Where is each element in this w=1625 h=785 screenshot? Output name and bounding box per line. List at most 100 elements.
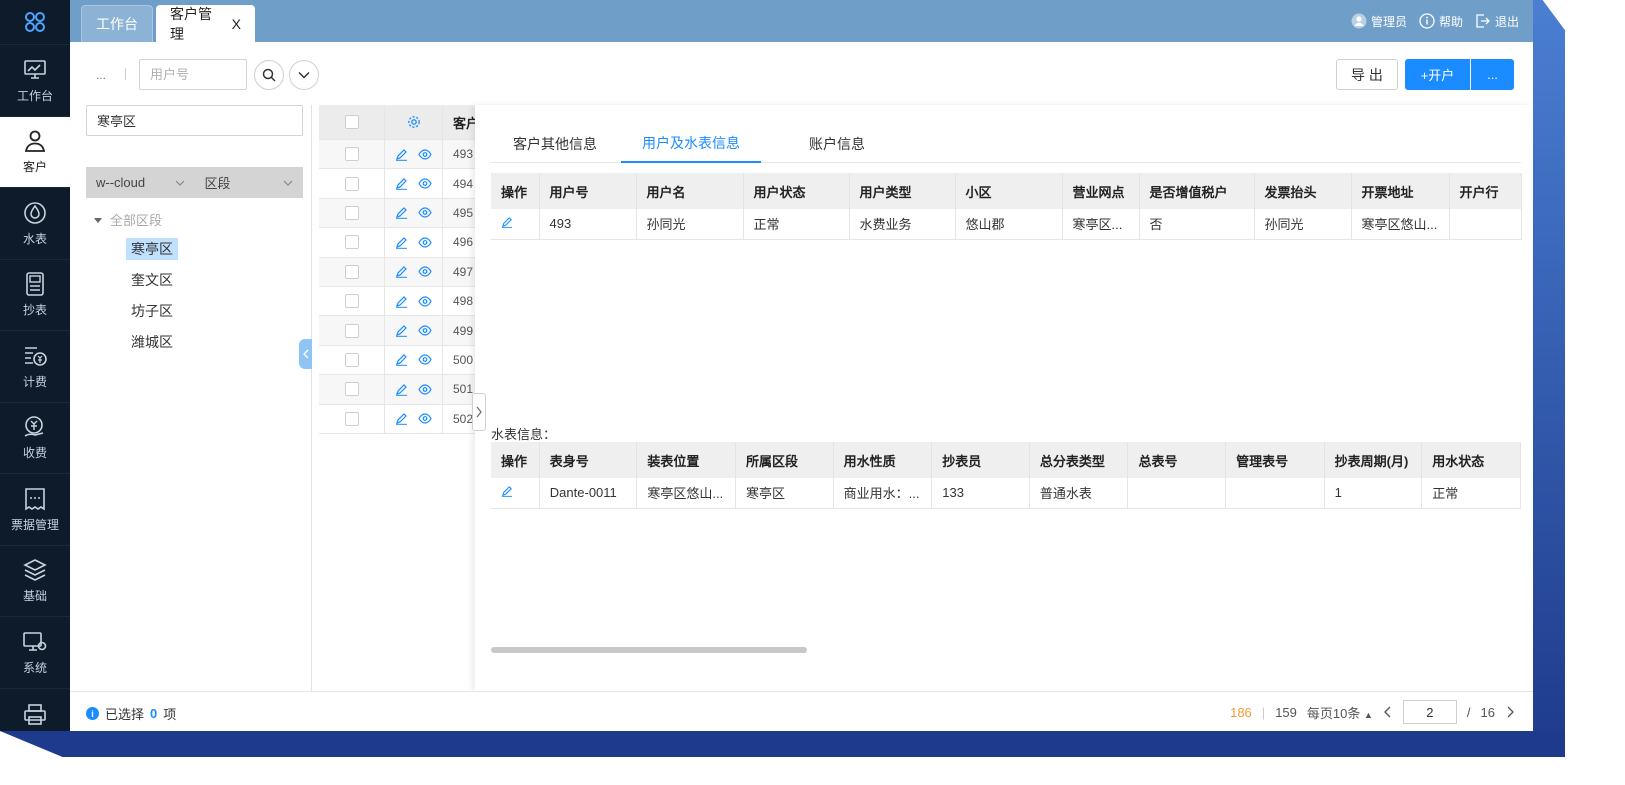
next-page-icon[interactable]	[1505, 706, 1515, 718]
total-pages: 16	[1480, 704, 1495, 720]
table-row[interactable]: 500	[319, 345, 479, 376]
company-select[interactable]: w--cloud	[86, 167, 195, 198]
edit-icon[interactable]	[395, 412, 408, 426]
meter-edit-cell[interactable]	[491, 478, 540, 509]
view-icon[interactable]	[418, 295, 432, 308]
edit-icon[interactable]	[395, 295, 408, 308]
drawer-tab-1[interactable]: 用户及水表信息	[621, 125, 761, 163]
meter-cell: 寒亭区悠山...	[636, 478, 737, 509]
row-checkbox[interactable]	[344, 264, 359, 279]
row-checkbox[interactable]	[344, 176, 359, 191]
view-icon[interactable]	[418, 412, 432, 425]
invoice-icon	[25, 487, 45, 511]
meter-cell	[1225, 478, 1325, 509]
select-all-checkbox[interactable]	[344, 115, 359, 129]
user-edit-cell[interactable]	[491, 209, 540, 240]
page-size-select[interactable]: 每页10条 ▲	[1307, 703, 1373, 722]
row-checkbox[interactable]	[344, 235, 359, 250]
help-button[interactable]: 帮助	[1419, 13, 1463, 30]
sidebar-item-0[interactable]: 工作台	[0, 44, 70, 116]
table-row[interactable]: 495	[319, 198, 479, 229]
sidebar-item-6[interactable]: 票据管理	[0, 473, 70, 545]
table-row[interactable]: 497	[319, 257, 479, 287]
row-checkbox[interactable]	[344, 323, 359, 338]
district-search-input[interactable]	[86, 105, 303, 136]
tree-node[interactable]: 潍城区	[126, 331, 178, 353]
tree-node[interactable]: 奎文区	[126, 269, 178, 291]
view-icon[interactable]	[418, 353, 432, 366]
collapse-panel-handle[interactable]	[299, 339, 312, 369]
page-number-input[interactable]	[1402, 700, 1457, 724]
view-icon[interactable]	[418, 206, 432, 219]
tree-node[interactable]: 寒亭区	[126, 238, 178, 260]
export-button[interactable]: 导 出	[1336, 59, 1398, 90]
edit-icon[interactable]	[395, 353, 408, 367]
chevron-down-icon	[298, 71, 310, 79]
table-row[interactable]: 502	[319, 404, 479, 434]
drawer-tab-0[interactable]: 客户其他信息	[491, 125, 619, 163]
sidebar-item-1[interactable]: 客户	[0, 115, 70, 187]
prev-page-icon[interactable]	[1383, 706, 1393, 718]
edit-icon[interactable]	[395, 383, 408, 396]
selection-info: i 已选择 0 项	[86, 704, 176, 723]
edit-icon[interactable]	[395, 206, 408, 220]
more-filters-button[interactable]: ...	[96, 68, 106, 82]
tree-node[interactable]: 坊子区	[126, 300, 178, 322]
table-row[interactable]: 499	[319, 316, 479, 346]
gear-icon[interactable]	[407, 115, 421, 129]
table-row[interactable]: 493	[319, 140, 479, 170]
search-button[interactable]	[254, 60, 284, 90]
sidebar-item-label: 客户	[22, 160, 47, 175]
customer-id: 501	[453, 382, 474, 397]
tab-customer-management[interactable]: 客户管理 X	[156, 5, 255, 42]
row-checkbox[interactable]	[344, 294, 359, 309]
drawer-tab-2[interactable]: 账户信息	[761, 125, 913, 163]
sidebar-item-5[interactable]: 收费	[0, 401, 70, 474]
view-icon[interactable]	[418, 383, 432, 396]
more-actions-button[interactable]: ...	[1471, 59, 1514, 90]
drawer-toggle-button[interactable]	[472, 393, 486, 431]
app-logo[interactable]	[0, 0, 70, 44]
edit-icon[interactable]	[395, 265, 408, 279]
edit-icon[interactable]	[395, 324, 408, 337]
row-checkbox[interactable]	[344, 352, 359, 367]
view-icon[interactable]	[418, 236, 432, 249]
table-row[interactable]: 498	[319, 286, 479, 317]
view-icon[interactable]	[418, 265, 432, 278]
tab-workbench[interactable]: 工作台	[81, 5, 153, 42]
table-row[interactable]: 494	[319, 169, 479, 199]
open-account-button[interactable]: +开户	[1405, 59, 1470, 90]
sidebar-item-7[interactable]: 基础	[0, 544, 70, 617]
user-number-search-input[interactable]	[139, 59, 247, 90]
logout-button[interactable]: 退出	[1475, 13, 1519, 30]
user-column-header: 开票地址	[1351, 173, 1450, 209]
row-checkbox[interactable]	[344, 382, 359, 397]
row-checkbox[interactable]	[344, 147, 359, 162]
row-checkbox[interactable]	[344, 205, 359, 220]
sidebar-item-8[interactable]: 系统	[0, 616, 70, 688]
expand-filters-button[interactable]	[289, 60, 319, 90]
close-tab-icon[interactable]: X	[232, 16, 241, 32]
sidebar-item-3[interactable]: 抄表	[0, 258, 70, 331]
row-checkbox[interactable]	[344, 411, 359, 426]
edit-icon[interactable]	[395, 236, 408, 249]
pager-divider: |	[1261, 704, 1266, 720]
user-cell: 孙同光	[636, 209, 744, 240]
sidebar-item-4[interactable]: 计费	[0, 330, 70, 402]
table-row[interactable]: 501	[319, 375, 479, 405]
view-icon[interactable]	[418, 177, 432, 190]
table-row[interactable]: 496	[319, 228, 479, 258]
edit-icon[interactable]	[501, 216, 513, 229]
sidebar-item-9[interactable]	[0, 687, 70, 745]
user-cell: 寒亭区...	[1062, 209, 1140, 240]
sidebar-item-2[interactable]: 水表	[0, 187, 70, 259]
view-icon[interactable]	[418, 324, 432, 337]
horizontal-scrollbar[interactable]	[491, 647, 807, 653]
view-icon[interactable]	[418, 148, 432, 161]
admin-button[interactable]: 管理员	[1351, 13, 1407, 30]
edit-icon[interactable]	[395, 177, 408, 190]
segment-select[interactable]: 区段	[195, 167, 304, 198]
tree-root-node[interactable]: 全部区段	[94, 210, 162, 229]
edit-icon[interactable]	[395, 148, 408, 161]
edit-icon[interactable]	[501, 485, 513, 498]
